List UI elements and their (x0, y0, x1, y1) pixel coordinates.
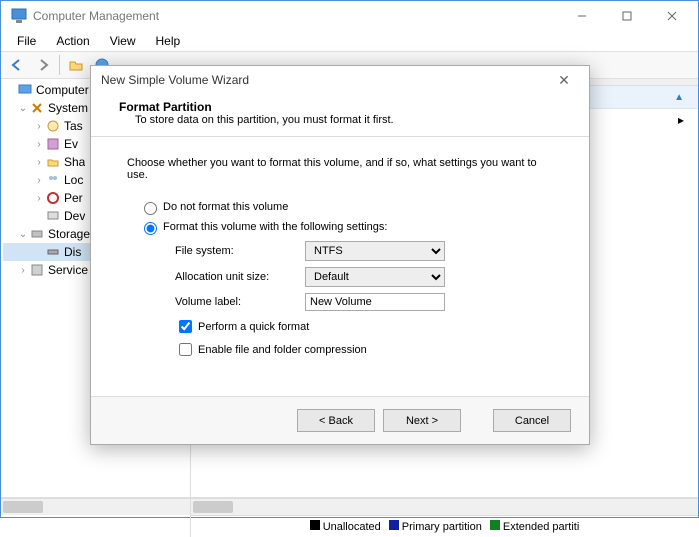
shared-icon (45, 154, 61, 170)
row-quick-format[interactable]: Perform a quick format (175, 317, 553, 336)
label-compression: Enable file and folder compression (198, 344, 367, 356)
computer-icon (17, 82, 33, 98)
device-icon (45, 208, 61, 224)
disk-icon (45, 244, 61, 260)
check-quick-format[interactable] (179, 320, 192, 333)
check-compression[interactable] (179, 343, 192, 356)
input-volume-label[interactable] (305, 293, 445, 311)
clock-icon (45, 118, 61, 134)
label-filesystem: File system: (175, 245, 305, 257)
dialog-close-button[interactable]: ✕ (549, 72, 579, 89)
label-quick-format: Perform a quick format (198, 321, 309, 333)
dialog-title: New Simple Volume Wizard (101, 73, 549, 87)
tools-icon (29, 100, 45, 116)
legend-primary: Primary partition (389, 520, 482, 533)
expand-icon: ▸ (678, 113, 684, 127)
dialog-footer: < Back Next > Cancel (91, 396, 589, 444)
dialog-titlebar[interactable]: New Simple Volume Wizard ✕ (91, 66, 589, 94)
users-icon (45, 172, 61, 188)
legend: Unallocated Primary partition Extended p… (191, 515, 698, 537)
select-filesystem[interactable]: NTFS (305, 241, 445, 261)
menu-help[interactable]: Help (148, 32, 189, 50)
dialog-heading: Format Partition (119, 100, 561, 114)
collapse-icon: ▲ (674, 92, 684, 103)
services-icon (29, 262, 45, 278)
dialog-subheading: To store data on this partition, you mus… (119, 114, 561, 126)
maximize-button[interactable] (604, 2, 649, 30)
label-volume: Volume label: (175, 296, 305, 308)
legend-unallocated: Unallocated (310, 520, 381, 533)
status-area: Unallocated Primary partition Extended p… (1, 497, 698, 537)
dialog-header: Format Partition To store data on this p… (91, 94, 589, 137)
back-button[interactable]: < Back (297, 409, 375, 432)
event-icon (45, 136, 61, 152)
select-allocation[interactable]: Default (305, 267, 445, 287)
dialog-body: Choose whether you want to format this v… (91, 137, 589, 373)
app-icon (11, 8, 27, 24)
radio-format-row[interactable]: Format this volume with the following se… (139, 219, 553, 235)
radio-no-format[interactable] (144, 202, 157, 215)
forward-button[interactable] (31, 53, 55, 77)
cancel-button[interactable]: Cancel (493, 409, 571, 432)
content-scrollbar[interactable] (191, 498, 698, 515)
storage-icon (29, 226, 45, 242)
menu-action[interactable]: Action (48, 32, 97, 50)
label-allocation: Allocation unit size: (175, 271, 305, 283)
title-controls (559, 2, 694, 30)
legend-extended: Extended partiti (490, 520, 579, 533)
back-button[interactable] (5, 53, 29, 77)
radio-no-format-label: Do not format this volume (163, 201, 288, 213)
radio-no-format-row[interactable]: Do not format this volume (139, 199, 553, 215)
menu-view[interactable]: View (102, 32, 144, 50)
toolbar-separator (59, 55, 60, 75)
close-button[interactable] (649, 2, 694, 30)
menu-file[interactable]: File (9, 32, 44, 50)
radio-format[interactable] (144, 222, 157, 235)
row-filesystem: File system: NTFS (175, 241, 553, 261)
tree-scrollbar[interactable] (1, 498, 190, 515)
row-compression[interactable]: Enable file and folder compression (175, 340, 553, 359)
radio-format-label: Format this volume with the following se… (163, 221, 387, 233)
dialog-instruction: Choose whether you want to format this v… (127, 157, 553, 181)
menubar: File Action View Help (1, 31, 698, 51)
folder-button[interactable] (64, 53, 88, 77)
wizard-dialog: New Simple Volume Wizard ✕ Format Partit… (90, 65, 590, 445)
next-button[interactable]: Next > (383, 409, 461, 432)
minimize-button[interactable] (559, 2, 604, 30)
row-volume-label: Volume label: (175, 293, 553, 311)
titlebar: Computer Management (1, 1, 698, 31)
perf-icon (45, 190, 61, 206)
row-allocation: Allocation unit size: Default (175, 267, 553, 287)
window-title: Computer Management (33, 9, 559, 23)
